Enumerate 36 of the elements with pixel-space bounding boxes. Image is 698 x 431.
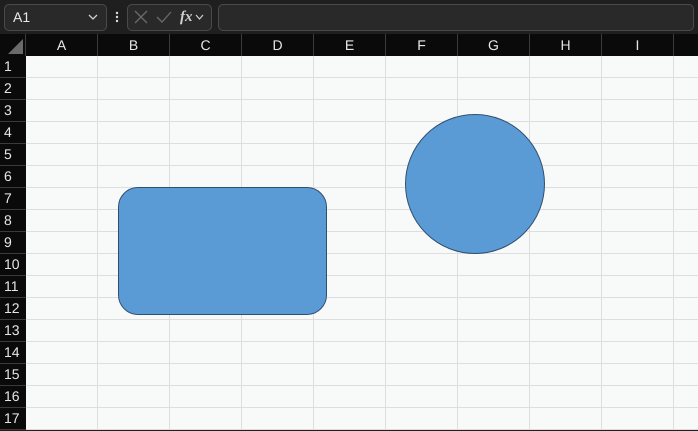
row-header[interactable]: 14 — [0, 342, 26, 364]
row-header[interactable]: 4 — [0, 122, 26, 144]
column-header[interactable]: H — [530, 34, 602, 56]
column-header[interactable]: I — [602, 34, 674, 56]
row-header[interactable]: 12 — [0, 298, 26, 320]
row-header[interactable]: 10 — [0, 254, 26, 276]
row-header[interactable]: 7 — [0, 188, 26, 210]
rounded-rectangle-shape[interactable] — [118, 187, 327, 315]
row-header[interactable]: 6 — [0, 166, 26, 188]
cell-reference: A1 — [13, 8, 30, 26]
row-header[interactable]: 11 — [0, 276, 26, 298]
more-options-icon[interactable] — [113, 10, 121, 24]
insert-function-button[interactable]: fx — [180, 6, 192, 28]
row-header[interactable]: 17 — [0, 408, 26, 430]
column-header[interactable]: E — [314, 34, 386, 56]
column-header[interactable]: F — [386, 34, 458, 56]
name-box[interactable]: A1 — [4, 4, 107, 30]
column-header[interactable]: G — [458, 34, 530, 56]
chevron-down-icon[interactable] — [194, 14, 204, 20]
row-header[interactable]: 13 — [0, 320, 26, 342]
check-icon[interactable] — [156, 11, 172, 23]
row-header[interactable]: 5 — [0, 144, 26, 166]
cancel-icon[interactable] — [134, 10, 148, 24]
row-header[interactable]: 15 — [0, 364, 26, 386]
row-header[interactable]: 16 — [0, 386, 26, 408]
row-header[interactable]: 2 — [0, 78, 26, 100]
column-header[interactable]: A — [26, 34, 98, 56]
row-header[interactable]: 1 — [0, 56, 26, 78]
row-header[interactable]: 3 — [0, 100, 26, 122]
column-header[interactable]: B — [98, 34, 170, 56]
column-header[interactable]: D — [242, 34, 314, 56]
chevron-down-icon — [88, 14, 98, 20]
row-header[interactable]: 8 — [0, 210, 26, 232]
row-header[interactable]: 9 — [0, 232, 26, 254]
column-header[interactable]: C — [170, 34, 242, 56]
select-all-icon[interactable] — [8, 39, 23, 54]
